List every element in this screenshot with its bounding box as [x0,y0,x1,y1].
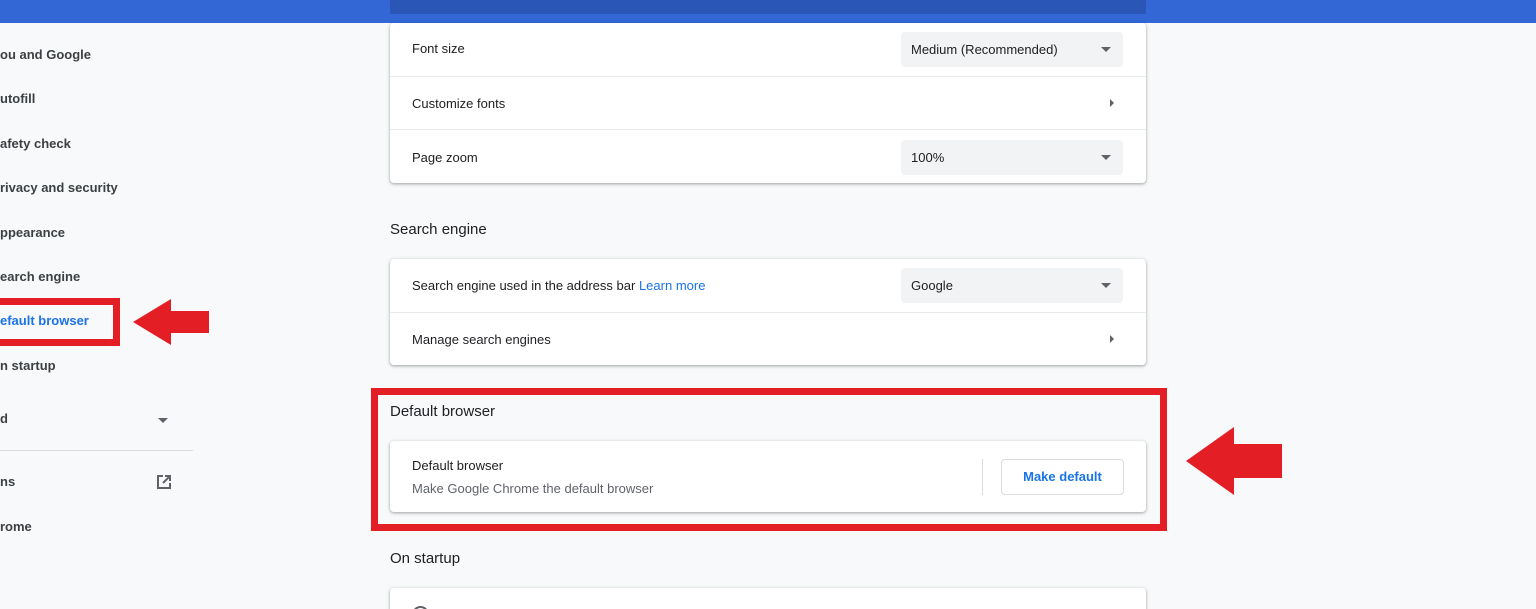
manage-search-engines-label: Manage search engines [412,332,551,347]
search-bar[interactable] [390,0,1146,14]
chevron-down-icon [158,418,168,423]
learn-more-link[interactable]: Learn more [639,278,705,293]
manage-search-engines-row[interactable]: Manage search engines [390,312,1146,365]
on-startup-card [390,588,1146,609]
page-zoom-value: 100% [911,150,945,165]
sidebar-item-on-startup[interactable]: n startup [0,353,56,379]
sidebar-item-you-and-google[interactable]: ou and Google [0,42,91,68]
page-zoom-label: Page zoom [412,150,478,165]
chevron-right-icon [1110,335,1114,343]
search-engine-used-text: Search engine used in the address bar [412,278,636,293]
sidebar-item-privacy-and-security[interactable]: rivacy and security [0,175,118,201]
font-size-select[interactable]: Medium (Recommended) [901,32,1123,67]
font-size-label: Font size [412,41,465,56]
page-zoom-row: Page zoom 100% [390,129,1146,182]
search-engine-value: Google [911,278,953,293]
appearance-card: Font size Medium (Recommended) Customize… [390,23,1146,183]
customize-fonts-label: Customize fonts [412,96,506,111]
customize-fonts-row[interactable]: Customize fonts [390,76,1146,129]
dropdown-arrow-icon [1101,283,1111,288]
search-engine-label: Search engine used in the address bar Le… [412,278,705,293]
search-engine-row: Search engine used in the address bar Le… [390,259,1146,312]
font-size-value: Medium (Recommended) [911,42,1058,57]
annotation-arrow-left-icon [1186,427,1282,495]
sidebar-item-autofill[interactable]: utofill [0,86,35,112]
on-startup-section-title: On startup [390,550,461,567]
dropdown-arrow-icon [1101,155,1111,160]
sidebar-item-about-chrome[interactable]: rome [0,514,32,540]
open-in-new-icon[interactable] [155,473,173,491]
annotation-highlight-default-browser [371,388,1167,531]
search-engine-section-title: Search engine [390,221,487,238]
dropdown-arrow-icon [1101,47,1111,52]
annotation-arrow-left-icon [133,299,209,345]
sidebar-item-safety-check[interactable]: afety check [0,131,71,157]
sidebar-item-appearance[interactable]: ppearance [0,220,65,246]
font-size-row: Font size Medium (Recommended) [390,23,1146,76]
page-zoom-select[interactable]: 100% [901,140,1123,175]
sidebar-divider [0,450,193,451]
sidebar-item-search-engine[interactable]: earch engine [0,264,80,290]
search-engine-card: Search engine used in the address bar Le… [390,259,1146,365]
chevron-right-icon [1110,99,1114,107]
top-toolbar [0,0,1536,23]
search-engine-select[interactable]: Google [901,268,1123,303]
sidebar-item-advanced[interactable]: d [0,406,8,432]
sidebar-item-extensions[interactable]: ns [0,469,15,495]
annotation-highlight-sidebar [0,298,120,346]
